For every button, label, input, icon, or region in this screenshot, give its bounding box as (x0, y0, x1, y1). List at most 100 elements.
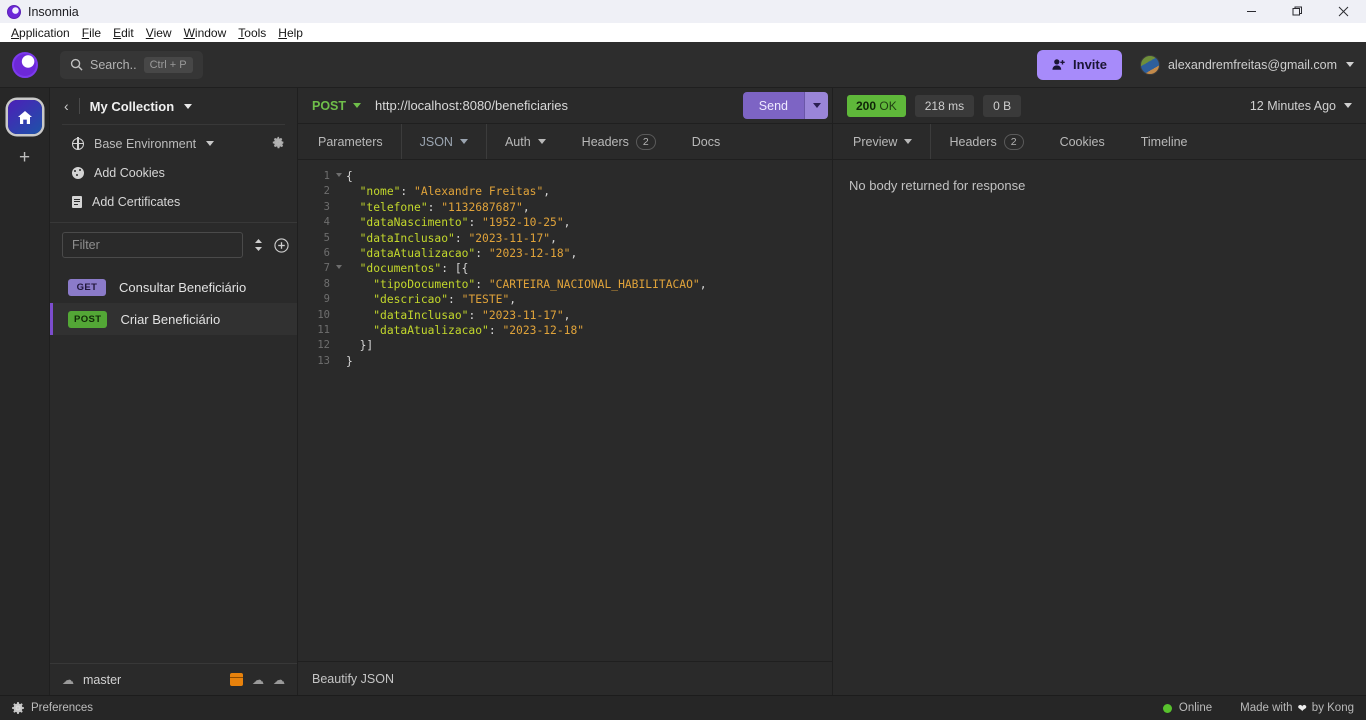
tab-preview[interactable]: Preview (833, 124, 930, 159)
url-input[interactable]: http://localhost:8080/beneficiaries (375, 98, 568, 113)
code-line[interactable]: "documentos": [{ (346, 261, 832, 276)
send-dropdown-button[interactable] (804, 92, 828, 119)
minimize-button[interactable] (1228, 0, 1274, 23)
invite-label: Invite (1073, 57, 1107, 72)
chevron-down-icon[interactable] (1344, 103, 1352, 108)
code-line[interactable]: "dataAtualizacao": "2023-12-18" (346, 323, 832, 338)
code-line[interactable]: "dataAtualizacao": "2023-12-18", (346, 246, 832, 261)
avatar[interactable] (1139, 54, 1160, 75)
list-item[interactable]: POST Criar Beneficiário (50, 303, 297, 335)
tab-label: Preview (853, 134, 898, 149)
main-area: + ‹ My Collection Base Environment Add C… (0, 88, 1366, 695)
activity-rail: + (0, 88, 50, 695)
back-chevron-icon[interactable]: ‹ (64, 98, 69, 114)
chevron-down-icon[interactable] (904, 139, 913, 144)
json-code[interactable]: { "nome": "Alexandre Freitas", "telefone… (336, 165, 832, 661)
code-line[interactable]: "descricao": "TESTE", (346, 292, 832, 307)
code-line[interactable]: }] (346, 338, 832, 353)
line-number: 2 (323, 185, 330, 198)
line-number: 9 (323, 293, 330, 306)
code-line[interactable]: "telefone": "1132687687", (346, 200, 832, 215)
menu-item-application[interactable]: Application (5, 25, 76, 41)
made-with-love: Made with ❤ by Kong (1240, 702, 1354, 715)
window-title: Insomnia (28, 4, 79, 19)
cloud-icon: ☁ (62, 672, 74, 687)
search-shortcut: Ctrl + P (143, 56, 193, 73)
chevron-down-icon[interactable] (459, 139, 468, 144)
fold-caret-icon[interactable] (336, 173, 342, 177)
tab-timeline[interactable]: Timeline (1123, 124, 1206, 159)
tab-label: Docs (691, 134, 721, 149)
box-icon[interactable] (230, 673, 243, 686)
preferences-button[interactable]: Preferences (12, 702, 93, 714)
method-chevron-down-icon[interactable] (353, 103, 362, 108)
menu-item-window[interactable]: Window (178, 25, 233, 41)
cloud-upload-icon[interactable]: ☁ (273, 673, 285, 687)
tab-headers[interactable]: Headers 2 (564, 124, 674, 159)
fold-caret-icon[interactable] (336, 265, 342, 270)
code-line[interactable]: "dataInclusao": "2023-11-17", (346, 308, 832, 323)
tab-response-headers[interactable]: Headers 2 (930, 124, 1041, 159)
sort-icon[interactable] (253, 238, 264, 252)
certificate-icon (72, 195, 82, 208)
status-badge[interactable]: 200 OK (847, 94, 906, 117)
beautify-json-button[interactable]: Beautify JSON (298, 661, 832, 695)
sidebar-item-base-environment[interactable]: Base Environment (50, 129, 297, 158)
code-line[interactable]: } (346, 354, 832, 369)
chevron-down-icon[interactable] (537, 139, 546, 144)
sidebar-footer: ☁ master ☁ ☁ (50, 663, 297, 695)
home-icon[interactable] (7, 100, 42, 134)
git-branch-label[interactable]: master (83, 673, 121, 687)
tab-label: Auth (504, 134, 531, 149)
collection-header: ‹ My Collection (50, 88, 297, 124)
gear-icon[interactable] (272, 136, 285, 152)
invite-button[interactable]: Invite (1037, 49, 1122, 80)
maximize-button[interactable] (1274, 0, 1320, 23)
tab-label: Cookies (1059, 134, 1105, 149)
sidebar-item-add-cookies[interactable]: Add Cookies (50, 158, 297, 187)
close-button[interactable] (1320, 0, 1366, 23)
chevron-down-icon[interactable] (206, 141, 215, 146)
code-line[interactable]: "tipoDocumento": "CARTEIRA_NACIONAL_HABI… (346, 277, 832, 292)
response-time-badge[interactable]: 218 ms (914, 94, 975, 117)
list-item[interactable]: GET Consultar Beneficiário (50, 271, 297, 303)
code-line[interactable]: "dataNascimento": "1952-10-25", (346, 215, 832, 230)
sidebar-item-add-certificates[interactable]: Add Certificates (50, 187, 297, 216)
code-line[interactable]: "dataInclusao": "2023-11-17", (346, 231, 832, 246)
tab-label: JSON (419, 134, 453, 149)
tab-parameters[interactable]: Parameters (298, 124, 401, 159)
response-header: 200 OK 218 ms 0 B 12 Minutes Ago (833, 88, 1366, 124)
add-workspace-icon[interactable]: + (19, 148, 30, 167)
search-input[interactable]: Search.. Ctrl + P (60, 50, 203, 79)
collection-chevron-down-icon[interactable] (184, 103, 193, 109)
menu-item-file[interactable]: File (76, 25, 107, 41)
request-tabs: Parameters JSON Auth Headers 2 Docs (298, 124, 832, 160)
menu-item-tools[interactable]: Tools (232, 25, 272, 41)
collection-name[interactable]: My Collection (90, 99, 175, 114)
response-history-dropdown[interactable]: 12 Minutes Ago (1250, 99, 1352, 113)
response-tabs: Preview Headers 2 Cookies Timeline (833, 124, 1366, 160)
json-body-editor[interactable]: 1 2 3 4 5 6 7 8 9 10 11 12 13 { "nome": "Alexandre F… (298, 160, 832, 661)
tab-docs[interactable]: Docs (674, 124, 738, 159)
filter-input[interactable] (62, 232, 243, 258)
tab-auth[interactable]: Auth (487, 124, 564, 159)
line-number: 5 (323, 231, 330, 244)
tab-json[interactable]: JSON (400, 124, 487, 159)
menu-item-help[interactable]: Help (272, 25, 309, 41)
code-line[interactable]: "nome": "Alexandre Freitas", (346, 184, 832, 199)
menu-item-view[interactable]: View (140, 25, 178, 41)
search-icon (70, 58, 83, 71)
headers-count-badge: 2 (1003, 133, 1024, 150)
menu-item-edit[interactable]: Edit (107, 25, 140, 41)
heart-icon: ❤ (1297, 702, 1307, 715)
send-button[interactable]: Send (742, 92, 804, 119)
tab-cookies[interactable]: Cookies (1042, 124, 1123, 159)
tab-label: Headers (581, 134, 629, 149)
add-request-icon[interactable] (274, 237, 289, 253)
cloud-download-icon[interactable]: ☁ (252, 673, 264, 687)
chevron-down-icon[interactable] (1346, 62, 1354, 67)
code-line[interactable]: { (346, 169, 832, 184)
status-text: OK (879, 98, 897, 113)
request-method[interactable]: POST (312, 99, 346, 113)
response-size-badge[interactable]: 0 B (983, 94, 1022, 117)
